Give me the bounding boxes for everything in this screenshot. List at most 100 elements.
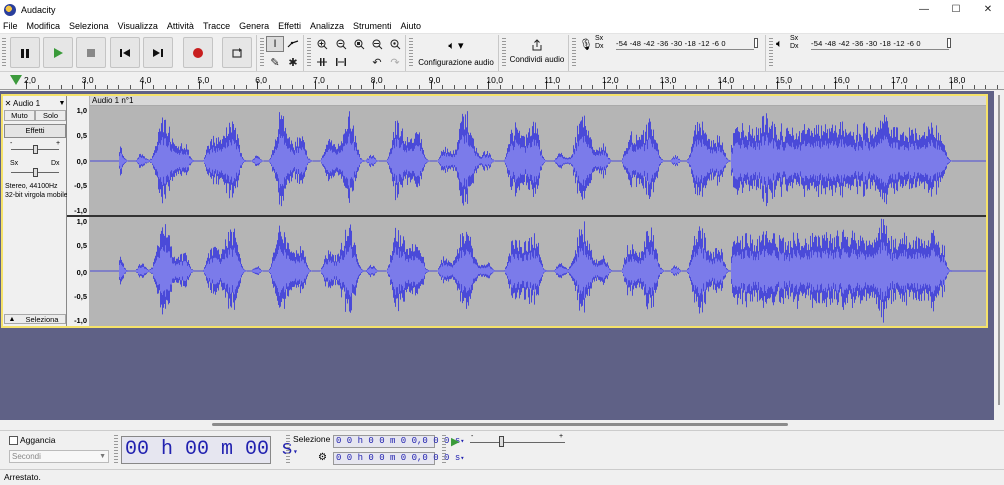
- track-select-button[interactable]: ▲ Seleziona: [4, 314, 66, 324]
- selection-end-field[interactable]: 0 0 h 0 0 m 0 0,0 0 0 s▾: [333, 452, 464, 465]
- track-format-line1: Stereo, 44100Hz: [5, 183, 58, 190]
- ruler-label: 18,0: [948, 75, 966, 85]
- menu-strumenti[interactable]: Strumenti: [353, 21, 392, 31]
- silence-selection-icon[interactable]: [332, 54, 350, 70]
- skip-start-icon: [120, 48, 130, 57]
- menu-visualizza[interactable]: Visualizza: [118, 21, 158, 31]
- close-button[interactable]: ✕: [972, 0, 1004, 19]
- time-display[interactable]: 00 h 00 m 00 s▾: [121, 436, 298, 464]
- trim-outside-icon[interactable]: [313, 54, 331, 70]
- track-area[interactable]: ✕ Audio 1 ▼ Muto Solo Effetti - + Sx Dx …: [0, 91, 1004, 420]
- toolbar-grip[interactable]: [409, 38, 413, 68]
- zoom-in-icon[interactable]: [313, 36, 331, 52]
- toolbar-grip[interactable]: [2, 38, 6, 68]
- track-close-icon[interactable]: ✕: [3, 99, 13, 108]
- selection-tool-icon[interactable]: I: [266, 36, 284, 52]
- time-format-menu-icon[interactable]: ▾: [293, 448, 298, 457]
- share-audio-button[interactable]: Condividi audio: [506, 39, 568, 64]
- snap-checkbox[interactable]: [9, 436, 18, 445]
- ruler-label: 11,0: [544, 75, 561, 85]
- envelope-tool-icon[interactable]: [284, 36, 302, 52]
- speaker-meter-icon[interactable]: 🔈︎: [776, 38, 783, 51]
- loop-button[interactable]: [222, 37, 252, 68]
- play-button[interactable]: [43, 37, 73, 68]
- skip-start-button[interactable]: [110, 37, 140, 68]
- play-speed-slider-thumb[interactable]: [499, 436, 504, 447]
- ruler-minor-tick: [442, 85, 444, 89]
- menu-analizza[interactable]: Analizza: [310, 21, 344, 31]
- toolbar-grip[interactable]: [307, 38, 311, 68]
- play-meter-slider-thumb[interactable]: [947, 38, 951, 48]
- stop-button[interactable]: [76, 37, 106, 68]
- horizontal-scrollbar-thumb[interactable]: [212, 423, 788, 426]
- play-icon: [54, 47, 63, 58]
- y-label-bot-05: 0,5: [76, 241, 87, 250]
- selection-start-field[interactable]: 0 0 h 0 0 m 0 0,0 0 0 s▾: [333, 435, 464, 448]
- selection-mode-icon[interactable]: ⚙: [318, 452, 327, 463]
- skip-end-button[interactable]: [143, 37, 173, 68]
- chevron-down-icon[interactable]: ▾: [460, 455, 464, 463]
- rec-meter-slider-thumb[interactable]: [754, 38, 758, 48]
- effects-button[interactable]: Effetti: [4, 124, 66, 138]
- timeline-ruler[interactable]: 2,0 3,0 4,0 5,0 6,0 7,0 8,0 9,0 10,0 11,0 12,0 13,0…: [0, 72, 1004, 90]
- menu-aiuto[interactable]: Aiuto: [401, 21, 422, 31]
- menu-tracce[interactable]: Tracce: [203, 21, 230, 31]
- menu-effetti[interactable]: Effetti: [278, 21, 301, 31]
- toolbar-grip[interactable]: [114, 435, 118, 465]
- menu-genera[interactable]: Genera: [239, 21, 269, 31]
- maximize-button[interactable]: ☐: [940, 0, 972, 19]
- fit-selection-icon[interactable]: [350, 36, 368, 52]
- amplitude-axis[interactable]: 1,0 0,5 0,0 -0,5 -1,0 1,0 0,5 0,0 -0,5 -…: [67, 96, 89, 326]
- toolbar-grip[interactable]: [286, 435, 290, 465]
- toolbar-grip[interactable]: [769, 38, 773, 68]
- rec-meter-bar[interactable]: [616, 49, 754, 50]
- zoom-out-icon[interactable]: [332, 36, 350, 52]
- undo-icon[interactable]: ↶: [368, 54, 386, 70]
- vertical-scrollbar-thumb[interactable]: [998, 95, 1000, 405]
- menu-attivita[interactable]: Attività: [167, 21, 194, 31]
- gain-max-label: +: [56, 140, 61, 147]
- menu-seleziona[interactable]: Seleziona: [69, 21, 109, 31]
- ruler-label: 13,0: [659, 75, 677, 85]
- stop-icon: [87, 48, 95, 57]
- ruler-label: 7,0: [313, 75, 325, 85]
- audio-setup-label: Configurazione audio: [418, 58, 494, 67]
- waveform-channel-right[interactable]: [90, 217, 986, 325]
- fit-project-icon[interactable]: [368, 36, 386, 52]
- collapse-icon[interactable]: ▲: [5, 316, 19, 323]
- multi-tool-icon[interactable]: ✱: [284, 54, 302, 70]
- audio-track[interactable]: ✕ Audio 1 ▼ Muto Solo Effetti - + Sx Dx …: [1, 94, 988, 328]
- zoom-toggle-icon[interactable]: [386, 36, 404, 52]
- track-menu-icon[interactable]: ▼: [57, 100, 67, 107]
- play-speed-slider[interactable]: [470, 442, 565, 443]
- minimize-button[interactable]: —: [908, 0, 940, 19]
- toolbar-grip[interactable]: [260, 38, 264, 68]
- play-at-speed-icon[interactable]: ▶: [451, 435, 465, 449]
- toolbar-grip[interactable]: [572, 38, 576, 68]
- microphone-icon[interactable]: 🎙︎: [579, 38, 593, 51]
- play-meter-bar[interactable]: [811, 49, 949, 50]
- ruler-label: 15,0: [775, 75, 792, 85]
- draw-tool-icon[interactable]: ✎: [266, 54, 284, 70]
- track-name[interactable]: Audio 1: [13, 99, 57, 108]
- horizontal-scrollbar[interactable]: [0, 420, 1004, 430]
- ruler-minor-tick: [580, 85, 582, 89]
- pause-button[interactable]: [10, 37, 40, 68]
- pan-slider-thumb[interactable]: [33, 168, 38, 177]
- vertical-scrollbar[interactable]: [994, 91, 1004, 420]
- snap-unit-select[interactable]: Secondi ▼: [9, 450, 109, 463]
- menu-modifica[interactable]: Modifica: [27, 21, 61, 31]
- clip-title-bar[interactable]: Audio 1 n°1: [90, 96, 986, 106]
- mute-button[interactable]: Muto: [4, 110, 35, 121]
- menu-file[interactable]: File: [3, 21, 18, 31]
- record-button[interactable]: [183, 37, 213, 68]
- redo-icon[interactable]: ↷: [386, 54, 404, 70]
- audacity-logo-icon: [4, 3, 16, 16]
- toolbar-grip[interactable]: [442, 435, 446, 465]
- gain-slider-thumb[interactable]: [33, 145, 38, 154]
- waveform-channel-left[interactable]: [90, 107, 986, 215]
- playhead-marker-icon[interactable]: [10, 75, 22, 85]
- ruler-label: 17,0: [891, 75, 908, 85]
- solo-button[interactable]: Solo: [35, 110, 66, 121]
- audio-setup-button[interactable]: 🔈︎ ▾ Configurazione audio: [415, 39, 497, 67]
